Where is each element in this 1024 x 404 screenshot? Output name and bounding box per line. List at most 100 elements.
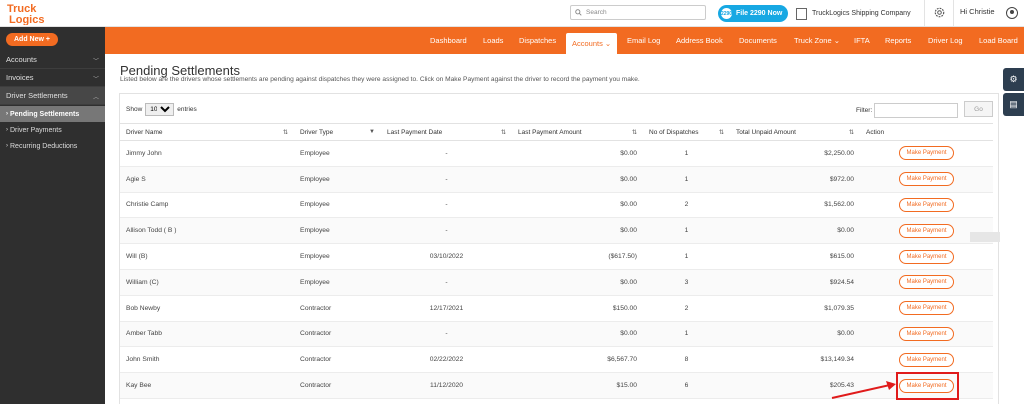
column-header-dispatch-count[interactable]: No of Dispatches ⇅ bbox=[643, 123, 730, 141]
last-payment-amount-cell: $0.00 bbox=[512, 217, 643, 245]
settings-gear-icon[interactable]: ⚙ bbox=[1003, 68, 1024, 91]
nav-documents[interactable]: Documents bbox=[739, 27, 777, 54]
total-unpaid-cell: $2,250.00 bbox=[730, 140, 860, 167]
page-length-control: Show 10 entries bbox=[126, 103, 197, 116]
nav-dashboard[interactable]: Dashboard bbox=[430, 27, 467, 54]
total-unpaid-cell: $1,079.35 bbox=[730, 295, 860, 322]
action-cell: Make Payment bbox=[860, 321, 993, 348]
driver-type-cell: Employee bbox=[294, 269, 381, 296]
make-payment-button[interactable]: Make Payment bbox=[899, 326, 954, 341]
action-cell: Make Payment bbox=[860, 166, 993, 193]
sidebar-item-driver-settlements[interactable]: Driver Settlements ︿ bbox=[0, 87, 105, 105]
make-payment-button[interactable]: Make Payment bbox=[899, 275, 954, 290]
dispatch-count-cell: 1 bbox=[643, 166, 730, 193]
chevron-right-icon: › bbox=[6, 127, 8, 133]
table-row: Amber Tabb Contractor - $0.00 1 $0.00 Make Pay… bbox=[120, 321, 993, 348]
sort-icon: ⇅ bbox=[631, 130, 637, 136]
settings-gear-icon[interactable] bbox=[933, 6, 946, 19]
table-row: William (C) Employee - $0.00 3 $924.54 Make Pa… bbox=[120, 269, 993, 296]
make-payment-button[interactable]: Make Payment bbox=[899, 197, 954, 212]
last-payment-amount-cell: $6,567.70 bbox=[512, 346, 643, 374]
last-payment-amount-cell: $0.00 bbox=[512, 140, 643, 167]
last-payment-amount-cell: $15.00 bbox=[512, 372, 643, 399]
nav-load-board[interactable]: Load Board bbox=[979, 27, 1018, 54]
last-payment-amount-cell: $0.00 bbox=[512, 269, 643, 296]
file-2290-button[interactable]: 2290 File 2290 Now bbox=[718, 5, 788, 22]
nav-driver-log[interactable]: Driver Log bbox=[928, 27, 963, 54]
total-unpaid-cell: $972.00 bbox=[730, 166, 860, 193]
column-header-last-payment-amount[interactable]: Last Payment Amount ⇅ bbox=[512, 123, 643, 141]
last-payment-amount-cell: $0.00 bbox=[512, 321, 643, 348]
make-payment-button[interactable]: Make Payment bbox=[899, 172, 954, 187]
total-unpaid-cell: $924.54 bbox=[730, 269, 860, 296]
entries-select[interactable]: 10 bbox=[145, 103, 175, 116]
nav-dispatches[interactable]: Dispatches bbox=[519, 27, 556, 54]
sort-desc-icon: ▼ bbox=[369, 129, 375, 135]
dispatch-count-cell: 2 bbox=[643, 192, 730, 219]
sidebar-subitem-pending-settlements[interactable]: › Pending Settlements bbox=[0, 106, 105, 122]
filter-input[interactable] bbox=[874, 103, 959, 118]
dispatch-count-cell: 8 bbox=[643, 346, 730, 374]
column-header-driver-name[interactable]: Driver Name ⇅ bbox=[120, 123, 294, 141]
nav-email-log[interactable]: Email Log bbox=[627, 27, 660, 54]
last-payment-amount-cell: $0.00 bbox=[512, 166, 643, 193]
last-payment-amount-cell: ($617.50) bbox=[512, 243, 643, 270]
user-avatar-icon[interactable] bbox=[1006, 7, 1018, 19]
make-payment-button[interactable]: Make Payment bbox=[899, 352, 954, 367]
sort-icon: ⇅ bbox=[848, 130, 854, 136]
divider bbox=[924, 0, 925, 27]
action-cell: Make Payment bbox=[860, 192, 993, 219]
dispatch-count-cell: 1 bbox=[643, 243, 730, 270]
add-new-button[interactable]: Add New + bbox=[6, 33, 58, 46]
sidebar-subitem-label: Recurring Deductions bbox=[10, 142, 78, 150]
action-cell: Make Payment bbox=[860, 346, 993, 374]
nav-ifta[interactable]: IFTA bbox=[854, 27, 870, 54]
driver-name-cell: Kay Bee bbox=[120, 372, 294, 399]
chevron-down-icon: ﹀ bbox=[92, 77, 99, 83]
action-cell: Make Payment bbox=[860, 243, 993, 270]
main-nav: Dashboard Loads Dispatches Accounts ⌄ Em… bbox=[105, 27, 1024, 54]
top-bar: Truck Logics Search 2290 File 2290 Now T… bbox=[0, 0, 1024, 27]
sidebar-subitem-label: Pending Settlements bbox=[10, 110, 80, 118]
nav-truck-zone[interactable]: Truck Zone ⌄ bbox=[794, 27, 840, 54]
driver-name-cell: William (C) bbox=[120, 269, 294, 296]
make-payment-button[interactable]: Make Payment bbox=[899, 223, 954, 238]
driver-type-cell: Contractor bbox=[294, 346, 381, 374]
column-header-last-payment-date[interactable]: Last Payment Date ⇅ bbox=[381, 123, 512, 141]
action-cell: Make Payment bbox=[860, 269, 993, 296]
driver-name-cell: Amber Tabb bbox=[120, 321, 294, 348]
driver-name-cell: Will (B) bbox=[120, 243, 294, 270]
last-payment-date-cell: 12/17/2021 bbox=[381, 295, 512, 322]
column-header-total-unpaid[interactable]: Total Unpaid Amount ⇅ bbox=[730, 123, 860, 141]
nav-address-book[interactable]: Address Book bbox=[676, 27, 723, 54]
sort-icon: ⇅ bbox=[500, 130, 506, 136]
chevron-up-icon: ︿ bbox=[92, 95, 99, 101]
user-greeting[interactable]: Hi Christie bbox=[960, 7, 995, 16]
nav-accounts[interactable]: Accounts ⌄ bbox=[566, 33, 618, 54]
company-name: TruckLogics Shipping Company bbox=[812, 10, 911, 17]
column-header-driver-type[interactable]: Driver Type ▼ bbox=[294, 123, 381, 141]
sidebar-subitem-recurring-deductions[interactable]: › Recurring Deductions bbox=[0, 138, 105, 154]
driver-name-cell: Jimmy John bbox=[120, 140, 294, 167]
total-unpaid-cell: $0.00 bbox=[730, 217, 860, 245]
company-switcher[interactable]: TruckLogics Shipping Company bbox=[796, 5, 911, 22]
nav-loads[interactable]: Loads bbox=[483, 27, 503, 54]
red-arrow-icon bbox=[831, 381, 896, 399]
driver-type-cell: Contractor bbox=[294, 295, 381, 322]
action-cell: Make Payment bbox=[860, 295, 993, 322]
last-payment-date-cell: - bbox=[381, 140, 512, 167]
divider bbox=[953, 0, 954, 27]
make-payment-button[interactable]: Make Payment bbox=[899, 301, 954, 316]
trucklogics-logo[interactable]: Truck Logics bbox=[6, 2, 62, 25]
sidebar-item-invoices[interactable]: Invoices ﹀ bbox=[0, 69, 105, 87]
go-button[interactable]: Go bbox=[964, 101, 993, 117]
dispatch-count-cell: 1 bbox=[643, 140, 730, 167]
sidebar-item-accounts[interactable]: Accounts ﹀ bbox=[0, 51, 105, 69]
filter-control: Filter: bbox=[856, 103, 959, 118]
sidebar-subitem-driver-payments[interactable]: › Driver Payments bbox=[0, 122, 105, 138]
make-payment-button[interactable]: Make Payment bbox=[899, 249, 954, 264]
search-input[interactable]: Search bbox=[570, 5, 706, 20]
report-icon[interactable]: ▤ bbox=[1003, 93, 1024, 116]
make-payment-button[interactable]: Make Payment bbox=[899, 146, 954, 161]
nav-reports[interactable]: Reports bbox=[885, 27, 911, 54]
